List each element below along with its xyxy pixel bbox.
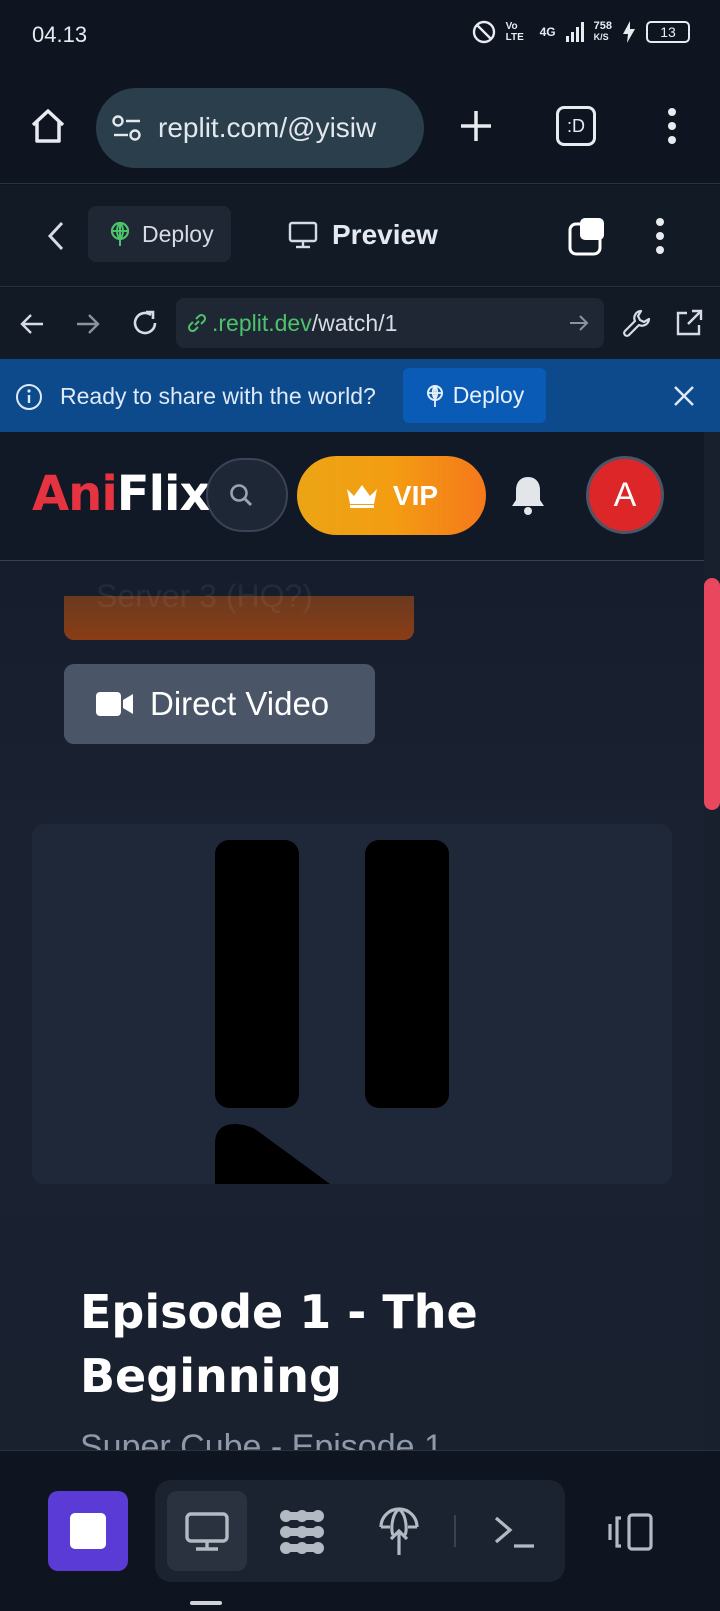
dnd-icon [472, 20, 496, 44]
status-icons: Vo LTE 4G 758 K/S 13 [472, 20, 690, 44]
bell-icon[interactable] [506, 472, 550, 518]
new-tab-icon[interactable] [454, 104, 498, 148]
monitor-icon [288, 221, 318, 249]
direct-video-button[interactable]: Direct Video [64, 664, 375, 744]
terminal-icon[interactable] [490, 1510, 540, 1554]
go-arrow-icon[interactable] [566, 310, 592, 336]
crown-icon [345, 483, 379, 509]
network-type: 4G [539, 25, 556, 39]
address-bar[interactable]: .replit.dev /watch/1 [176, 298, 604, 348]
tab-switcher-icon[interactable]: :D [556, 106, 596, 146]
forward-arrow-icon[interactable] [72, 308, 104, 340]
scrollbar-thumb[interactable] [704, 578, 720, 810]
vip-button[interactable]: VIP [297, 456, 486, 535]
volte-label: Vo LTE [505, 21, 524, 43]
server-button-label: Server 3 (HQ?) [96, 578, 313, 614]
back-chevron-icon[interactable] [40, 216, 72, 256]
deploy-icon [425, 384, 445, 408]
deploy-icon[interactable] [376, 1506, 422, 1558]
episode-title: Episode 1 - The Beginning [80, 1285, 478, 1403]
replit-menu-icon[interactable] [650, 214, 670, 258]
close-icon[interactable] [670, 382, 698, 410]
pause-icon[interactable] [215, 840, 299, 1108]
preview-label: Preview [332, 219, 438, 250]
link-icon [186, 312, 208, 334]
layout-icon[interactable] [606, 1510, 656, 1554]
video-camera-icon [96, 691, 134, 717]
play-icon[interactable] [215, 1124, 330, 1184]
reload-icon[interactable] [128, 306, 162, 340]
signal-icon [565, 22, 584, 42]
deploy-button[interactable]: Deploy [88, 206, 231, 262]
direct-video-label: Direct Video [150, 685, 330, 722]
address-path: /watch/1 [311, 309, 398, 336]
tool-divider [454, 1515, 456, 1547]
gesture-home-indicator[interactable] [190, 1601, 222, 1605]
search-icon [228, 482, 254, 508]
home-icon[interactable] [26, 104, 70, 148]
info-icon [14, 382, 44, 412]
site-settings-icon[interactable] [112, 114, 142, 142]
stop-icon [70, 1513, 106, 1549]
search-button[interactable] [206, 458, 288, 532]
net-speed: 758 K/S [593, 20, 612, 43]
banner-message: Ready to share with the world? [60, 383, 376, 409]
address-domain: .replit.dev [212, 309, 312, 336]
open-external-icon[interactable] [672, 306, 706, 340]
tab-preview[interactable]: Preview [288, 210, 438, 260]
avatar[interactable]: A [586, 456, 664, 534]
monitor-icon[interactable] [180, 1508, 234, 1556]
video-player[interactable] [32, 824, 672, 1184]
site-logo[interactable]: AniFlix [32, 466, 210, 522]
url-text: replit.com/@yisiw [158, 112, 377, 143]
stop-button[interactable] [48, 1491, 128, 1571]
deploy-icon [108, 221, 132, 247]
vip-label: VIP [392, 479, 439, 511]
back-arrow-icon[interactable] [16, 308, 48, 340]
overflow-menu-icon[interactable] [652, 104, 692, 148]
banner-deploy-label: Deploy [452, 382, 525, 408]
url-bar[interactable]: replit.com/@yisiw [96, 88, 424, 168]
status-time: 04.13 [32, 22, 88, 47]
battery-indicator: 13 [646, 21, 690, 43]
extensions-icon[interactable] [276, 1506, 328, 1558]
devtools-wrench-icon[interactable] [620, 306, 654, 340]
banner-deploy-button[interactable]: Deploy [403, 368, 546, 423]
charging-icon [622, 21, 636, 43]
pause-icon[interactable] [365, 840, 449, 1108]
tabs-icon[interactable] [566, 214, 610, 258]
deploy-label: Deploy [142, 220, 214, 247]
